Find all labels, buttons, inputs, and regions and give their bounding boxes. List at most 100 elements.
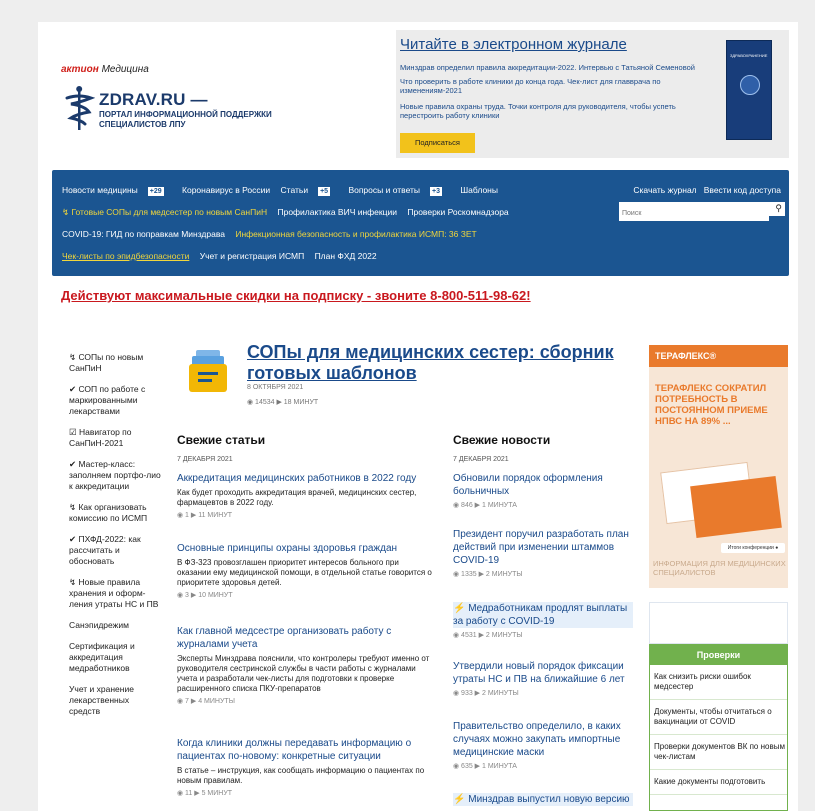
- nav-covid-guide[interactable]: COVID-19: ГИД по поправкам Минздрава: [62, 229, 225, 239]
- article-meta: ◉ 11 ▶ 5 МИНУТ: [177, 790, 233, 797]
- left-menu-item[interactable]: ↯ СОПы по новым СанПиН: [69, 352, 161, 374]
- news-meta: ◉ 635 ▶ 1 МИНУТА: [453, 763, 517, 770]
- nav-row-primary: Новости медицины +29 Коронавирус в России…: [62, 185, 506, 196]
- journal-cover-title: ЗДРАВОХРАНЕНИЕ: [730, 53, 768, 58]
- nav-templates[interactable]: Шаблоны: [460, 185, 498, 195]
- caduceus-icon: [65, 86, 95, 130]
- nav-news-badge: +29: [147, 187, 164, 196]
- news-meta: ◉ 1335 ▶ 2 МИНУТЫ: [453, 571, 523, 578]
- aktion-brand-name: актион: [61, 64, 99, 75]
- nav-epid-checklists[interactable]: Чек-листы по эпидбезопасности: [62, 251, 189, 261]
- nav-pfhd-plan[interactable]: План ФХД 2022: [315, 251, 377, 261]
- news-title-text: Медработникам продлят выплаты за работу …: [453, 603, 628, 627]
- nav-infection-safety[interactable]: Инфекционная безопасность и профилактика…: [235, 229, 476, 239]
- article-item: Основные принципы охраны здоровья гражда…: [177, 542, 432, 599]
- article-meta: ◉ 1 ▶ 11 МИНУТ: [177, 512, 233, 519]
- logo-subtitle-line1: ПОРТАЛ ИНФОРМАЦИОННОЙ ПОДДЕРЖКИ: [99, 110, 272, 119]
- ad-product-box-2: [690, 475, 782, 539]
- articles-heading: Свежие статьи: [177, 433, 266, 447]
- search-icon[interactable]: ⚲: [775, 203, 782, 214]
- news-title-link[interactable]: Президент поручил разработать план дейст…: [453, 528, 633, 567]
- journal-link-2[interactable]: Что проверить в работе клиники до конца …: [400, 77, 710, 95]
- left-menu-item[interactable]: Сертификация и аккредитация медработнико…: [69, 641, 161, 674]
- nav-hiv-prevention[interactable]: Профилактика ВИЧ инфекции: [277, 207, 397, 217]
- news-title-text: Минздрав выпустил новую версию: [468, 794, 630, 805]
- checks-item[interactable]: Документы, чтобы отчитаться о вакцинации…: [650, 700, 787, 735]
- hero-article-title[interactable]: СОПы для медицинских сестер: сборник гот…: [247, 342, 637, 384]
- ad-banner-placeholder[interactable]: [649, 602, 788, 644]
- article-description: Эксперты Минздрава пояснили, что контрол…: [177, 654, 430, 693]
- news-heading: Свежие новости: [453, 433, 551, 447]
- lightning-icon: ⚡: [453, 603, 469, 614]
- article-meta: ◉ 3 ▶ 10 МИНУТ: [177, 592, 233, 599]
- article-title-link[interactable]: Как главной медсестре организовать работ…: [177, 625, 432, 651]
- nav-qa[interactable]: Вопросы и ответы +3: [348, 185, 450, 196]
- nav-roskomnadzor[interactable]: Проверки Роскомнадзора: [407, 207, 508, 217]
- article-description: В статье – инструкция, как сообщать инфо…: [177, 766, 425, 785]
- page-frame: актион Медицина ZDRAV.RU — ПОРТАЛ ИНФОРМ…: [38, 22, 798, 811]
- nav-articles[interactable]: Статьи +5: [280, 185, 339, 196]
- checks-item[interactable]: Как снизить риски ошибок медсестер: [650, 665, 787, 700]
- news-title-link[interactable]: Правительство определило, в каких случая…: [453, 720, 633, 759]
- news-date: 7 ДЕКАБРЯ 2021: [453, 456, 509, 463]
- left-menu-item[interactable]: Учет и хранение лекарственных средств: [69, 684, 161, 717]
- news-title-link[interactable]: Обновили порядок оформления больничных: [453, 472, 633, 498]
- journal-cover-image[interactable]: ЗДРАВОХРАНЕНИЕ: [726, 40, 772, 140]
- nav-right-links: Скачать журнал Ввести код доступа: [633, 185, 781, 195]
- left-menu-item[interactable]: Санэпидрежим: [69, 620, 161, 631]
- news-title-link[interactable]: ⚡ Медработникам продлят выплаты за работ…: [453, 602, 633, 628]
- nav-row-fourth: Чек-листы по эпидбезопасности Учет и рег…: [62, 251, 385, 261]
- ad-brand: ТЕРАФЛЕКС®: [649, 345, 788, 367]
- news-meta: ◉ 4531 ▶ 2 МИНУТЫ: [453, 632, 523, 639]
- article-title-link[interactable]: Основные принципы охраны здоровья гражда…: [177, 542, 432, 555]
- article-title-link[interactable]: Аккредитация медицинских работников в 20…: [177, 472, 432, 485]
- ad-headline: ТЕРАФЛЕКС СОКРАТИЛ ПОТРЕБНОСТЬ В ПОСТОЯН…: [655, 383, 768, 427]
- news-item: Утвердили новый порядок фиксации утраты …: [453, 660, 633, 697]
- left-menu-item[interactable]: ↯ Как организовать комиссию по ИСМП: [69, 502, 161, 524]
- left-menu-item[interactable]: ✔ ПХФД-2022: как рассчитать и обосновать: [69, 534, 161, 567]
- nav-news[interactable]: Новости медицины +29: [62, 185, 172, 196]
- nav-qa-badge: +3: [430, 187, 443, 196]
- nav-coronavirus[interactable]: Коронавирус в России: [182, 185, 270, 195]
- journal-link-3[interactable]: Новые правила охраны труда. Точки контро…: [400, 102, 710, 120]
- journal-title-link[interactable]: Читайте в электронном журнале: [400, 36, 627, 53]
- ad-conference-button[interactable]: Итоги конференции ●: [721, 543, 785, 553]
- nav-sop-nurses[interactable]: ↯ Готовые СОПы для медсестер по новым Са…: [62, 207, 267, 217]
- nav-articles-badge: +5: [318, 187, 331, 196]
- nav-row-secondary: ↯ Готовые СОПы для медсестер по новым Са…: [62, 207, 517, 218]
- download-journal-link[interactable]: Скачать журнал: [633, 185, 696, 195]
- news-item: Президент поручил разработать план дейст…: [453, 528, 633, 578]
- search-input[interactable]: [619, 206, 769, 221]
- aktion-brand[interactable]: актион Медицина: [61, 64, 149, 75]
- left-menu-item[interactable]: ✔ Мастер-класс: заполняем портфо-лио к а…: [69, 459, 161, 492]
- left-menu-item[interactable]: ✔ СОП по работе с маркированными лекарст…: [69, 384, 161, 417]
- news-item: Обновили порядок оформления больничных ◉…: [453, 472, 633, 509]
- subscribe-button[interactable]: Подписаться: [400, 133, 475, 153]
- nav-articles-label: Статьи: [280, 185, 309, 195]
- nav-news-label: Новости медицины: [62, 185, 138, 195]
- news-title-link[interactable]: ⚡ Минздрав выпустил новую версию: [453, 793, 633, 806]
- lightning-icon: ⚡: [453, 794, 469, 805]
- news-meta: ◉ 933 ▶ 2 МИНУТЫ: [453, 690, 519, 697]
- checks-item[interactable]: Проверки документов ВК по новым чек-лист…: [650, 735, 787, 770]
- article-item: Когда клиники должны передавать информац…: [177, 737, 432, 797]
- aktion-brand-suffix: Медицина: [101, 64, 149, 75]
- article-item: Аккредитация медицинских работников в 20…: [177, 472, 432, 519]
- news-item: Правительство определило, в каких случая…: [453, 720, 633, 770]
- checks-item[interactable]: Какие документы подготовить: [650, 770, 787, 795]
- left-menu-item[interactable]: ↯ Новые правила хранения и оформ-ления у…: [69, 577, 161, 610]
- nav-ismp-registration[interactable]: Учет и регистрация ИСМП: [200, 251, 304, 261]
- nav-row-third: COVID-19: ГИД по поправкам Минздрава Инф…: [62, 229, 485, 239]
- teraflex-ad-banner[interactable]: ТЕРАФЛЕКС® ТЕРАФЛЕКС СОКРАТИЛ ПОТРЕБНОСТ…: [649, 345, 788, 588]
- journal-cover-emblem: [740, 75, 760, 95]
- checks-heading: Проверки: [650, 645, 787, 665]
- site-logo[interactable]: ZDRAV.RU — ПОРТАЛ ИНФОРМАЦИОННОЙ ПОДДЕРЖ…: [63, 84, 293, 134]
- journal-link-1[interactable]: Минздрав определил правила аккредитации-…: [400, 63, 710, 72]
- left-menu-item[interactable]: ☑ Навигатор по СанПиН-2021: [69, 427, 161, 449]
- news-title-link[interactable]: Утвердили новый порядок фиксации утраты …: [453, 660, 633, 686]
- left-menu: ↯ СОПы по новым СанПиН ✔ СОП по работе с…: [69, 352, 161, 727]
- access-code-link[interactable]: Ввести код доступа: [704, 185, 781, 195]
- logo-subtitle-line2: СПЕЦИАЛИСТОВ ЛПУ: [99, 120, 186, 129]
- article-title-link[interactable]: Когда клиники должны передавать информац…: [177, 737, 432, 763]
- discount-promo-link[interactable]: Действуют максимальные скидки на подписк…: [61, 288, 531, 303]
